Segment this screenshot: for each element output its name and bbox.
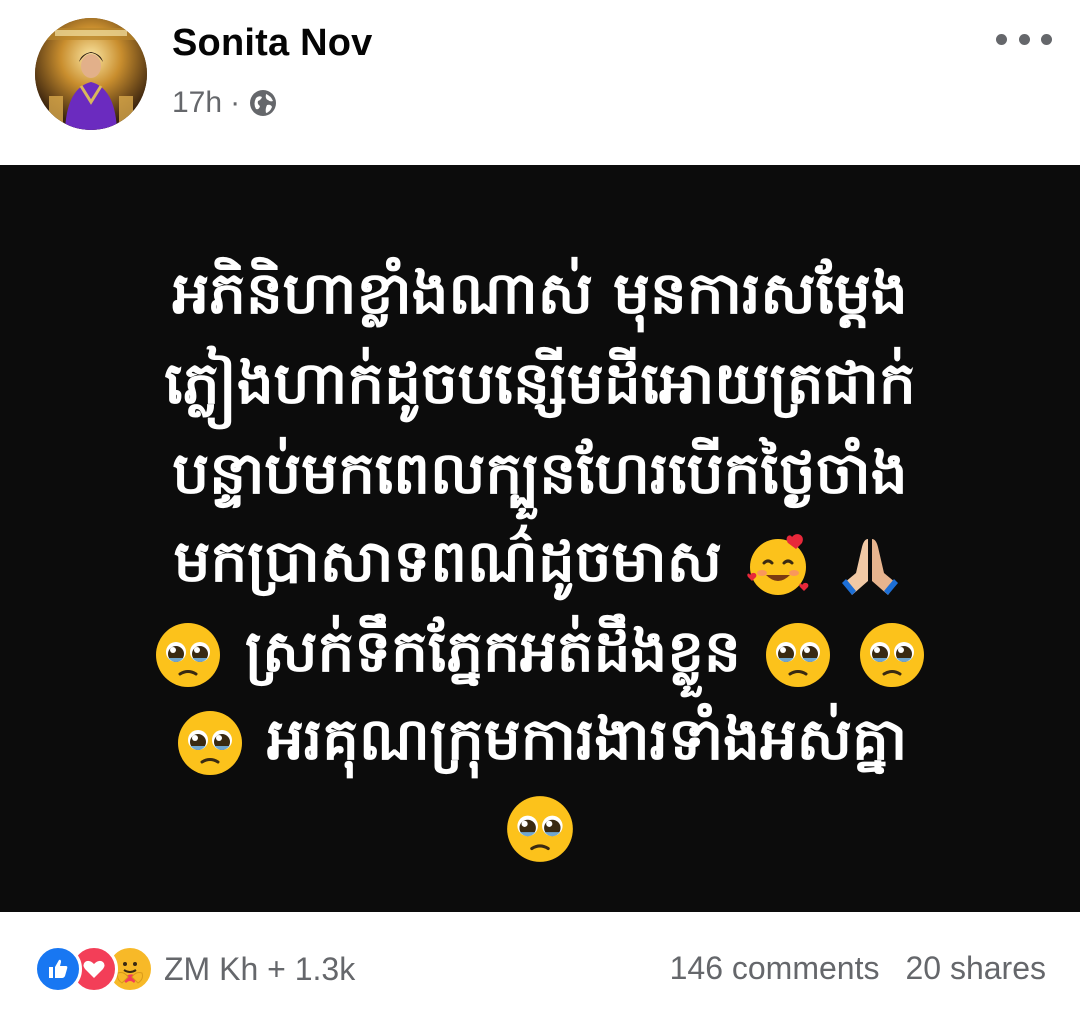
post-line-4: មកប្រាសាទពណ៌ដូចមាស bbox=[0, 521, 1080, 601]
post-line-1: អភិនិហាខ្លាំងណាស់ មុនការសម្តែង bbox=[172, 259, 908, 327]
meta-separator: · bbox=[230, 86, 241, 119]
smiling-face-with-hearts-emoji-icon bbox=[747, 534, 809, 595]
more-dot bbox=[1041, 33, 1052, 45]
post-meta: 17h · bbox=[172, 86, 278, 120]
pleading-face-emoji-icon bbox=[155, 622, 220, 687]
folded-hands-emoji-icon bbox=[842, 538, 899, 595]
post-header: Sonita Nov 17h · bbox=[0, 0, 1080, 165]
more-dot bbox=[996, 33, 1007, 45]
post-line-4-text: មកប្រាសាទពណ៌ដូចមាស bbox=[173, 527, 722, 595]
author-avatar[interactable] bbox=[35, 18, 147, 130]
post-line-7 bbox=[0, 785, 1080, 867]
post-line-2: ភ្លៀងហាក់ដូចបន្សើមដីអោយត្រជាក់ bbox=[164, 349, 916, 417]
pleading-face-emoji-icon bbox=[766, 622, 831, 687]
post-time[interactable]: 17h bbox=[172, 86, 222, 120]
like-icon bbox=[34, 945, 82, 993]
comments-count[interactable]: 146 comments bbox=[670, 950, 880, 987]
post-line-6: អរគុណក្រុមការងារទាំងអស់គ្នា bbox=[0, 699, 1080, 780]
post-line-5: ស្រក់ទឹកភ្នែកអត់ដឹងខ្លួន bbox=[0, 611, 1080, 692]
pleading-face-emoji-icon bbox=[860, 622, 925, 687]
reaction-count[interactable]: ZM Kh + 1.3k bbox=[164, 951, 355, 988]
post-stats: 146 comments 20 shares bbox=[670, 950, 1046, 987]
shares-count[interactable]: 20 shares bbox=[905, 950, 1046, 987]
post-text-background: អភិនិហាខ្លាំងណាស់ មុនការសម្តែង ភ្លៀងហាក់… bbox=[0, 165, 1080, 912]
more-options-icon[interactable] bbox=[996, 26, 1052, 52]
author-name[interactable]: Sonita Nov bbox=[172, 22, 372, 65]
more-dot bbox=[1018, 33, 1030, 45]
pleading-face-emoji-icon bbox=[507, 796, 573, 862]
reaction-summary[interactable]: ZM Kh + 1.3k bbox=[34, 945, 355, 993]
post-line-3: បន្ទាប់មកពេលក្បួនហែរបើកថ្ងៃចាំង bbox=[172, 439, 908, 507]
pleading-face-emoji-icon bbox=[177, 710, 242, 775]
globe-icon[interactable] bbox=[248, 88, 278, 118]
post-line-5-text: ស្រក់ទឹកភ្នែកអត់ដឹងខ្លួន bbox=[244, 617, 741, 685]
post-line-6-text: អរគុណក្រុមការងារទាំងអស់គ្នា bbox=[266, 705, 908, 773]
post-footer: ZM Kh + 1.3k 146 comments 20 shares bbox=[0, 912, 1080, 1020]
avatar-image bbox=[35, 18, 147, 130]
